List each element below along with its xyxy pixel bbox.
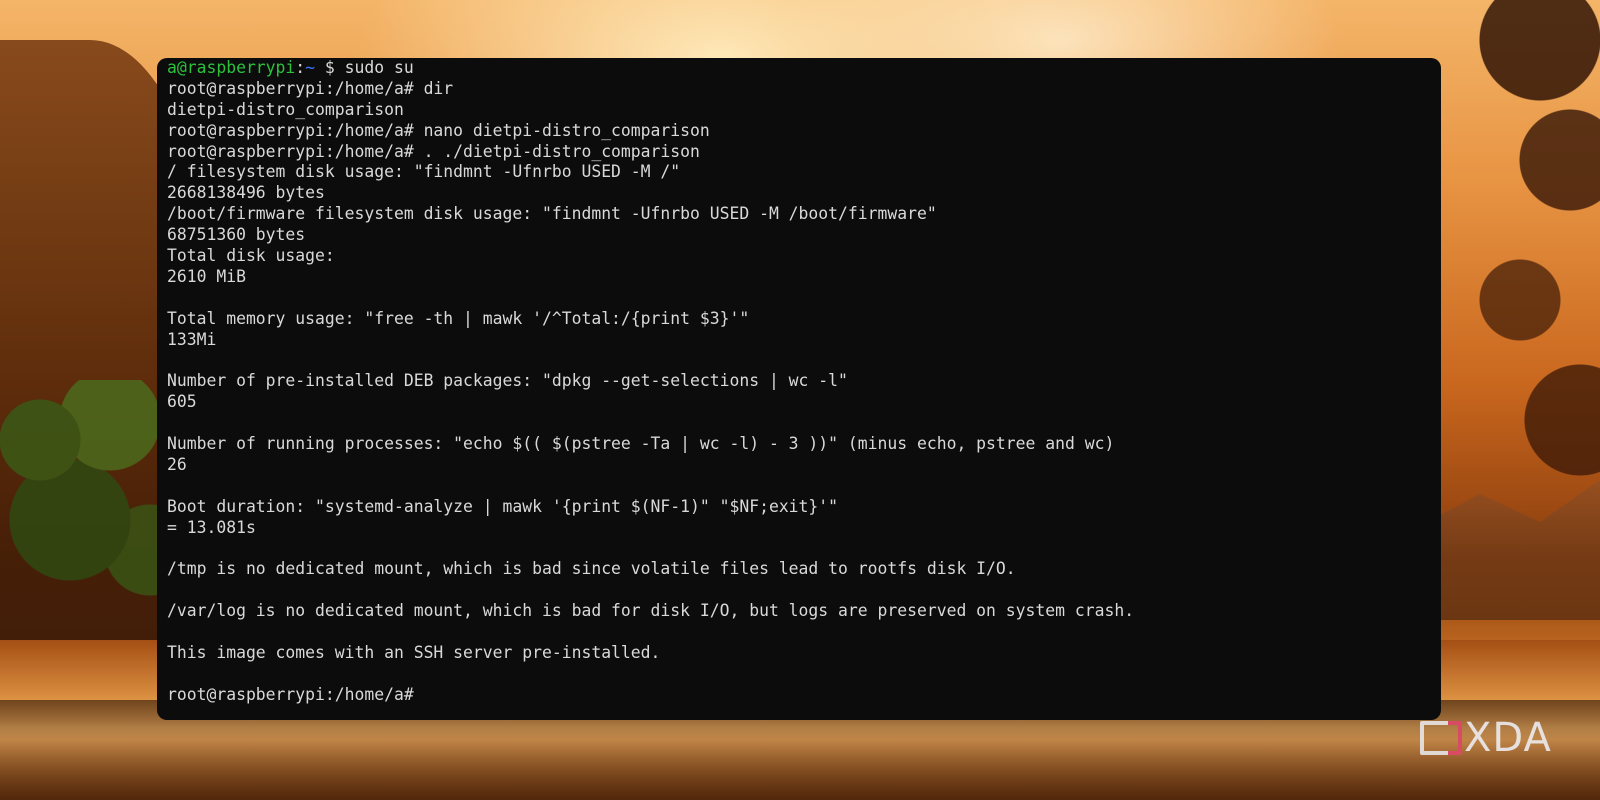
terminal-window[interactable]: a@raspberrypi:~ $ sudo su root@raspberry…	[157, 58, 1441, 720]
terminal-line: root@raspberrypi:/home/a# . ./dietpi-dis…	[167, 141, 700, 161]
terminal-line: /var/log is no dedicated mount, which is…	[167, 601, 1135, 621]
terminal-line: root@raspberrypi:/home/a# nano dietpi-di…	[167, 120, 710, 140]
terminal-line: Number of running processes: "echo $(( $…	[167, 434, 1115, 454]
xda-logo-icon	[1420, 721, 1462, 755]
terminal-line: 2668138496 bytes	[167, 183, 325, 203]
terminal-line: Number of pre-installed DEB packages: "d…	[167, 371, 848, 391]
terminal-line: / filesystem disk usage: "findmnt -Ufnrb…	[167, 162, 681, 182]
terminal-line: 26	[167, 454, 187, 474]
terminal-line: root@raspberrypi:/home/a# dir	[167, 78, 454, 98]
terminal-line: /tmp is no dedicated mount, which is bad…	[167, 559, 1016, 579]
terminal-line: 133Mi	[167, 329, 217, 349]
prompt-dollar: $	[315, 58, 335, 77]
terminal-output[interactable]: a@raspberrypi:~ $ sudo su root@raspberry…	[167, 58, 1431, 706]
terminal-line: = 13.081s	[167, 517, 256, 537]
terminal-line: dietpi-distro_comparison	[167, 99, 404, 119]
xda-logo-text: XDA	[1464, 715, 1552, 761]
prompt-command: sudo su	[334, 58, 414, 77]
terminal-line: 68751360 bytes	[167, 225, 306, 245]
terminal-line: This image comes with an SSH server pre-…	[167, 642, 661, 662]
terminal-line: root@raspberrypi:/home/a#	[167, 684, 414, 704]
prompt-path: ~	[305, 58, 316, 77]
terminal-line: Total disk usage:	[167, 246, 335, 266]
terminal-line: /boot/firmware filesystem disk usage: "f…	[167, 204, 937, 224]
terminal-line: 2610 MiB	[167, 266, 246, 286]
terminal-line: 605	[167, 392, 197, 412]
terminal-line: Total memory usage: "free -th | mawk '/^…	[167, 308, 750, 328]
terminal-prompt-line: a@raspberrypi:~ $ sudo su	[167, 58, 1431, 79]
xda-watermark: XDA	[1420, 715, 1552, 761]
terminal-line: Boot duration: "systemd-analyze | mawk '…	[167, 496, 839, 516]
prompt-colon: :	[295, 58, 306, 77]
prompt-user-host: a@raspberrypi	[167, 58, 296, 77]
background-trees	[0, 380, 180, 640]
